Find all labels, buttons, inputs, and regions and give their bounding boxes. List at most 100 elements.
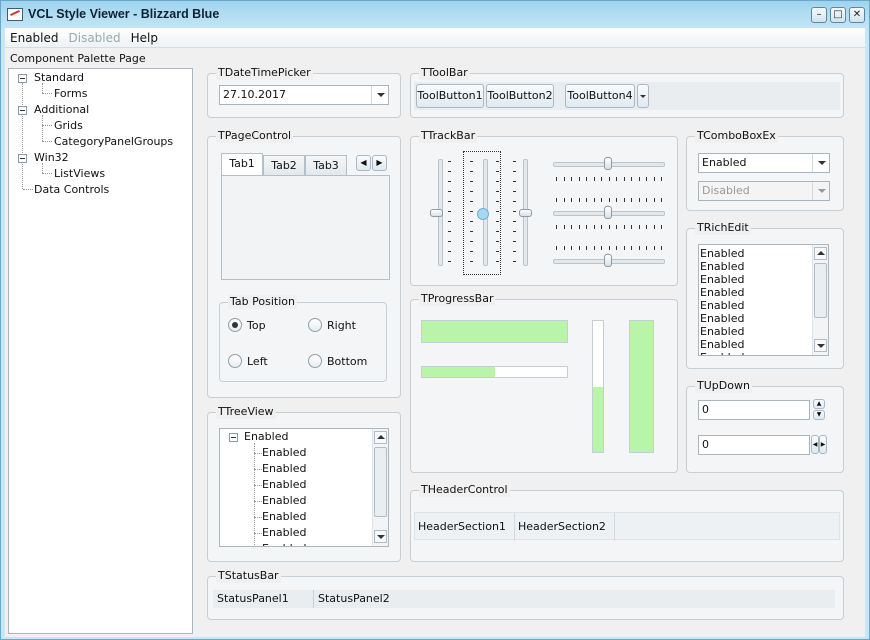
tick-mark <box>661 246 662 250</box>
collapse-standard-icon[interactable] <box>18 74 27 83</box>
tree-node-listviews[interactable]: ListViews <box>54 167 105 180</box>
comboboxex-enabled[interactable]: Enabled <box>698 153 830 173</box>
radio-top[interactable] <box>228 318 242 332</box>
radio-left[interactable] <box>228 354 242 368</box>
spin-up-icon[interactable]: ▲ <box>813 399 825 409</box>
menu-disabled[interactable]: Disabled <box>64 28 126 48</box>
group-comboboxex: TComboBoxEx Enabled Disabled <box>686 129 844 211</box>
toolbutton-1[interactable]: ToolButton1 <box>416 84 484 108</box>
palette-tree[interactable]: Standard Forms Additional Grids Category… <box>8 68 193 634</box>
spin-left-icon[interactable]: ◀ <box>811 435 819 454</box>
richedit[interactable]: Enabled Enabled Enabled Enabled Enabled Enabl… <box>698 244 829 356</box>
tab-3[interactable]: Tab3 <box>305 155 347 175</box>
treeview-child[interactable]: Enabled <box>262 526 306 539</box>
trackbar-thumb[interactable] <box>430 209 443 217</box>
treeview-child[interactable]: Enabled <box>262 446 306 459</box>
tick-mark <box>556 246 557 250</box>
toolbutton-dropdown[interactable] <box>637 84 649 108</box>
tick-mark <box>593 225 595 229</box>
tree-node-categorypanelgroups[interactable]: CategoryPanelGroups <box>54 135 173 148</box>
richedit-text: Enabled Enabled Enabled Enabled Enabled Enabl… <box>700 247 745 355</box>
chevron-down-icon[interactable] <box>371 86 388 104</box>
scroll-up-icon[interactable] <box>814 247 827 260</box>
group-label: TComboBoxEx <box>695 129 778 143</box>
treeview-scrollbar[interactable] <box>372 429 388 546</box>
group-tab-position: Tab Position Top Right Left Bottom <box>219 295 387 382</box>
radio-right[interactable] <box>308 318 322 332</box>
tree-node-forms[interactable]: Forms <box>54 87 87 100</box>
scroll-down-icon[interactable] <box>814 339 827 352</box>
group-updown: TUpDown 0 ▲ ▼ 0 ◀ ▶ <box>686 379 844 473</box>
header-section-2[interactable]: HeaderSection2 <box>515 513 615 541</box>
tick-mark <box>608 225 610 229</box>
toolbutton-4[interactable]: ToolButton4 <box>565 84 635 108</box>
combo-value: Enabled <box>702 156 747 169</box>
close-button[interactable]: ✕ <box>849 7 865 23</box>
tick-mark <box>448 261 451 262</box>
scroll-up-icon[interactable] <box>374 431 387 444</box>
tab-scroll-left-icon[interactable]: ◀ <box>356 155 371 171</box>
group-label: TRichEdit <box>695 221 751 235</box>
trackbar-thumb[interactable] <box>604 157 612 170</box>
trackbar-thumb[interactable] <box>477 208 489 220</box>
status-panel-1: StatusPanel1 <box>213 590 314 608</box>
tick-mark <box>616 225 617 229</box>
tick-mark <box>646 225 647 229</box>
richedit-line: Enabled <box>700 325 745 338</box>
tab-2[interactable]: Tab2 <box>263 155 305 175</box>
tick-mark <box>556 198 557 202</box>
minimize-button[interactable]: – <box>811 7 827 23</box>
progressbar-horizontal-1 <box>421 320 568 343</box>
spin-right-icon[interactable]: ▶ <box>819 435 827 454</box>
radio-bottom[interactable] <box>308 354 322 368</box>
tab-1[interactable]: Tab1 <box>221 153 263 175</box>
treeview-child[interactable]: Enabled <box>262 494 306 507</box>
radio-left-label: Left <box>247 355 268 368</box>
richedit-scrollbar[interactable] <box>812 245 828 355</box>
tree-node-grids[interactable]: Grids <box>54 119 83 132</box>
treeview[interactable]: Enabled Enabled Enabled Enabled Enabled Enab… <box>219 428 389 547</box>
tick-mark <box>578 225 580 229</box>
header-section-1[interactable]: HeaderSection1 <box>415 513 515 541</box>
tick-mark <box>601 198 602 202</box>
group-label: TProgressBar <box>419 292 496 306</box>
tick-mark <box>513 251 516 252</box>
collapse-win32-icon[interactable] <box>18 154 27 163</box>
tick-mark <box>638 246 640 250</box>
updown-edit-1[interactable]: 0 <box>698 400 810 420</box>
trackbar-thumb[interactable] <box>519 209 532 217</box>
comboboxex-disabled: Disabled <box>698 181 830 201</box>
treeview-child[interactable]: Enabled <box>262 478 306 491</box>
date-picker[interactable]: 27.10.2017 <box>219 85 389 105</box>
spin-down-icon[interactable]: ▼ <box>813 410 825 420</box>
menu-enabled[interactable]: Enabled <box>5 28 64 48</box>
scroll-down-icon[interactable] <box>374 530 387 543</box>
treeview-child[interactable]: Enabled <box>262 510 306 523</box>
group-label: THeaderControl <box>419 483 510 497</box>
trackbar-thumb[interactable] <box>604 254 612 267</box>
trackbars <box>411 137 677 285</box>
tick-mark <box>448 171 451 172</box>
title-bar[interactable]: VCL Style Viewer - Blizzard Blue – □ ✕ <box>1 1 869 29</box>
updown-edit-2[interactable]: 0 <box>698 435 810 455</box>
collapse-icon[interactable] <box>229 433 238 442</box>
treeview-child[interactable]: Enabled <box>262 462 306 475</box>
group-label: TPageControl <box>216 129 294 143</box>
tree-node-win32[interactable]: Win32 <box>34 151 69 164</box>
collapse-additional-icon[interactable] <box>18 106 27 115</box>
tab-scroll-right-icon[interactable]: ▶ <box>372 155 387 171</box>
scroll-thumb[interactable] <box>814 263 827 318</box>
progress-fill <box>422 321 567 342</box>
group-datetimepicker: TDateTimePicker 27.10.2017 <box>207 66 401 118</box>
treeview-child[interactable]: Enabled <box>262 542 306 546</box>
tick-mark <box>513 231 516 232</box>
menu-help[interactable]: Help <box>126 28 163 48</box>
scroll-thumb[interactable] <box>374 447 387 517</box>
toolbutton-2[interactable]: ToolButton2 <box>486 84 554 108</box>
treeview-root[interactable]: Enabled <box>244 430 288 443</box>
tree-node-data-controls[interactable]: Data Controls <box>34 183 109 196</box>
maximize-button[interactable]: □ <box>830 7 846 23</box>
chevron-down-icon[interactable] <box>812 154 829 172</box>
tick-mark <box>623 246 625 250</box>
trackbar-thumb[interactable] <box>604 206 612 219</box>
